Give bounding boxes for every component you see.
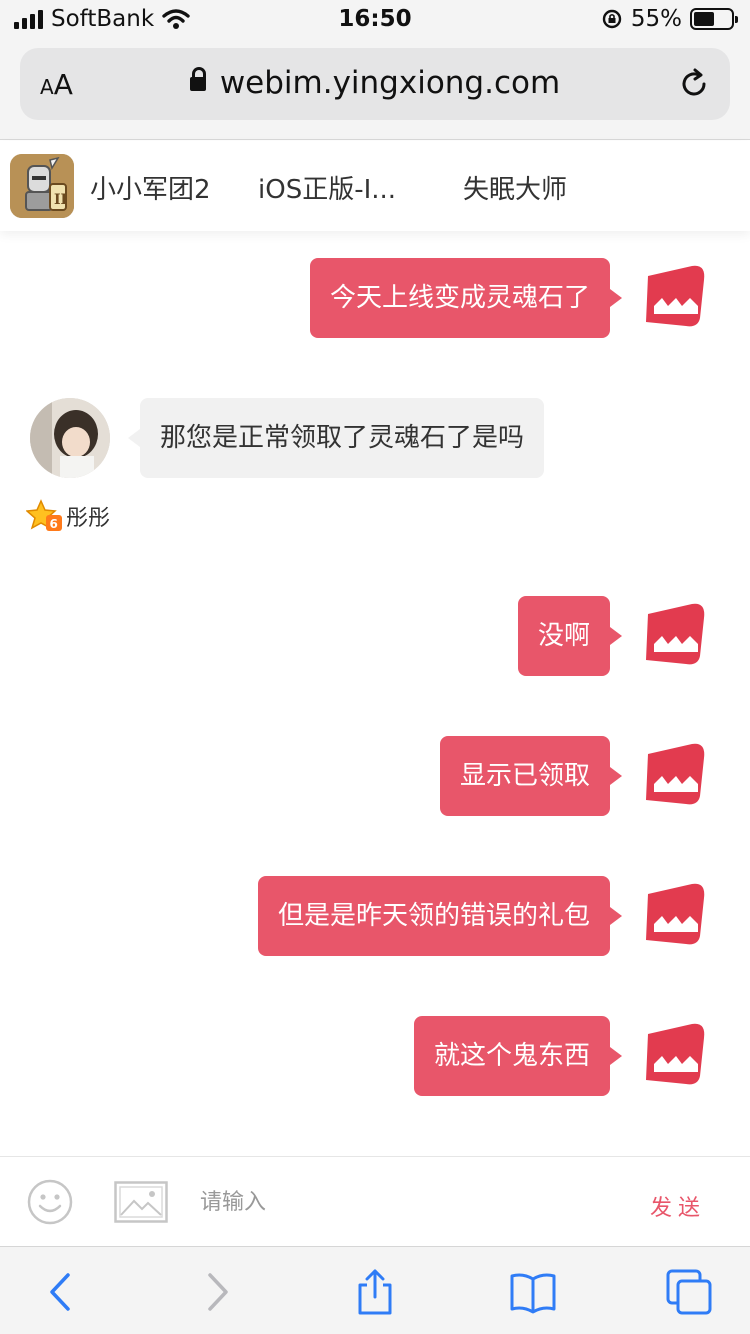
battery-icon [690,8,738,30]
url-field[interactable]: webim.yingxiong.com [20,65,730,101]
brand-avatar-icon [646,603,705,665]
brand-avatar-icon [646,883,705,945]
svg-text:II: II [54,192,67,208]
game-app-icon[interactable]: II [10,154,74,218]
status-bar: SoftBank 16:50 55% [0,0,750,42]
brand-avatar-icon [646,743,705,805]
reload-icon[interactable] [676,66,712,102]
knight-icon: II [10,154,74,218]
message-incoming: 那您是正常领取了灵魂石了是吗 [127,398,545,478]
orientation-lock-icon [602,9,622,29]
star-badge-icon: 6 [26,499,62,531]
message-outgoing: 没啊 [517,596,623,676]
image-icon[interactable] [114,1181,168,1223]
tab-game-1[interactable]: 小小军团2 [90,169,211,206]
status-right: 55% [601,6,738,32]
share-icon[interactable] [350,1267,400,1317]
battery-fill [694,12,714,26]
lock-icon [189,67,206,91]
agent-photo [30,398,110,478]
address-bar[interactable]: AA webim.yingxiong.com [20,48,730,120]
brand-avatar-icon [646,265,705,327]
send-button[interactable]: 发送 [650,1190,706,1222]
message-outgoing: 今天上线变成灵魂石了 [309,258,623,338]
chat-area[interactable]: 今天上线变成灵魂石了 那您是正常领取了灵魂石了是吗 6 彤彤 没啊 显示已领取 [0,231,750,1156]
message-outgoing: 显示已领取 [439,736,623,816]
message-outgoing: 就这个鬼东西 [413,1016,623,1096]
battery-percent: 55% [630,6,682,32]
brand-avatar-icon [646,1023,705,1085]
message-input[interactable] [200,1182,620,1222]
svg-text:6: 6 [50,517,58,531]
emoji-icon[interactable] [27,1179,73,1225]
agent-avatar [30,398,110,478]
tab-game-2[interactable]: iOS正版-I... [258,169,396,206]
browser-toolbar [0,1246,750,1334]
url-text: webim.yingxiong.com [219,65,561,101]
browser-address-area: AA webim.yingxiong.com [0,42,750,140]
chevron-right-icon[interactable] [192,1267,242,1317]
chevron-left-icon[interactable] [36,1267,86,1317]
agent-name-label: 6 彤彤 [26,499,110,533]
message-composer: 发送 [0,1156,750,1246]
book-icon[interactable] [508,1267,558,1317]
tabs-icon[interactable] [664,1267,714,1317]
game-tabs: II 小小军团2 iOS正版-I... 失眠大师 [0,141,750,231]
tab-game-3[interactable]: 失眠大师 [463,169,567,206]
message-outgoing: 但是是昨天领的错误的礼包 [257,876,623,956]
